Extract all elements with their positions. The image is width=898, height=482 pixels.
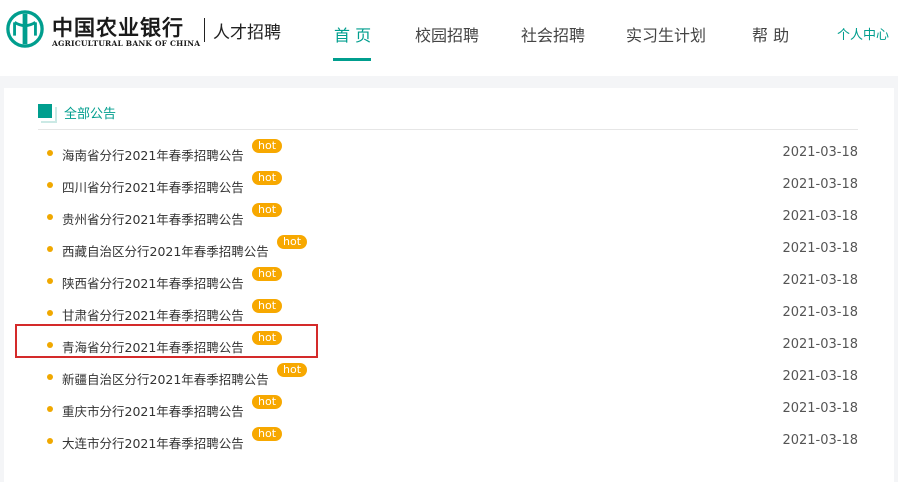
- announcement-row[interactable]: 贵州省分行2021年春季招聘公告 hot 2021-03-18: [38, 202, 858, 234]
- announcement-date: 2021-03-18: [782, 433, 858, 448]
- hot-badge: hot: [252, 331, 283, 345]
- hot-badge: hot: [252, 139, 283, 153]
- hot-badge: hot: [252, 395, 283, 409]
- announcement-title[interactable]: 大连市分行2021年春季招聘公告: [62, 433, 244, 452]
- announcement-title[interactable]: 西藏自治区分行2021年春季招聘公告: [62, 241, 269, 260]
- bullet-dot-icon: [47, 406, 53, 412]
- announcement-row[interactable]: 新疆自治区分行2021年春季招聘公告 hot 2021-03-18: [38, 362, 858, 394]
- announcement-row[interactable]: 海南省分行2021年春季招聘公告 hot 2021-03-18: [38, 138, 858, 170]
- site-header: 中国农业银行 AGRICULTURAL BANK OF CHINA 人才招聘 首…: [0, 0, 898, 76]
- nav-active-indicator: [333, 58, 371, 61]
- logo-chinese-name[interactable]: 中国农业银行: [52, 12, 184, 42]
- bullet-dot-icon: [47, 278, 53, 284]
- nav-internship-program[interactable]: 实习生计划: [626, 22, 706, 46]
- announcement-title[interactable]: 重庆市分行2021年春季招聘公告: [62, 401, 244, 420]
- announcement-title[interactable]: 陕西省分行2021年春季招聘公告: [62, 273, 244, 292]
- hot-badge: hot: [277, 235, 308, 249]
- hot-badge: hot: [252, 203, 283, 217]
- announcement-row[interactable]: 西藏自治区分行2021年春季招聘公告 hot 2021-03-18: [38, 234, 858, 266]
- abc-logo-icon[interactable]: [6, 10, 44, 48]
- announcement-row[interactable]: 四川省分行2021年春季招聘公告 hot 2021-03-18: [38, 170, 858, 202]
- announcement-date: 2021-03-18: [782, 177, 858, 192]
- hot-badge: hot: [252, 299, 283, 313]
- announcement-title[interactable]: 四川省分行2021年春季招聘公告: [62, 177, 244, 196]
- hot-badge: hot: [277, 363, 308, 377]
- bullet-dot-icon: [47, 310, 53, 316]
- bullet-dot-icon: [47, 182, 53, 188]
- nav-help[interactable]: 帮 助: [752, 22, 789, 46]
- announcement-date: 2021-03-18: [782, 273, 858, 288]
- bullet-dot-icon: [47, 342, 53, 348]
- announcement-date: 2021-03-18: [782, 209, 858, 224]
- announcement-title[interactable]: 甘肃省分行2021年春季招聘公告: [62, 305, 244, 324]
- logo-separator: [204, 18, 205, 42]
- nav-home[interactable]: 首 页: [334, 22, 371, 46]
- section-title: 全部公告: [64, 107, 117, 122]
- announcement-title[interactable]: 贵州省分行2021年春季招聘公告: [62, 209, 244, 228]
- announcement-row[interactable]: 陕西省分行2021年春季招聘公告 hot 2021-03-18: [38, 266, 858, 298]
- logo-english-name: AGRICULTURAL BANK OF CHINA: [52, 39, 201, 48]
- bullet-dot-icon: [47, 438, 53, 444]
- user-center-link[interactable]: 个人中心: [837, 24, 889, 43]
- nav-campus-recruitment[interactable]: 校园招聘: [415, 22, 479, 46]
- announcement-row[interactable]: 青海省分行2021年春季招聘公告 hot 2021-03-18: [38, 330, 858, 362]
- announcement-date: 2021-03-18: [782, 337, 858, 352]
- bullet-dot-icon: [47, 214, 53, 220]
- announcement-title[interactable]: 海南省分行2021年春季招聘公告: [62, 145, 244, 164]
- announcement-row[interactable]: 重庆市分行2021年春季招聘公告 hot 2021-03-18: [38, 394, 858, 426]
- announcement-title[interactable]: 新疆自治区分行2021年春季招聘公告: [62, 369, 269, 388]
- announcement-row[interactable]: 大连市分行2021年春季招聘公告 hot 2021-03-18: [38, 426, 858, 458]
- bullet-dot-icon: [47, 374, 53, 380]
- announcement-date: 2021-03-18: [782, 241, 858, 256]
- hot-badge: hot: [252, 171, 283, 185]
- section-square-icon: [38, 104, 57, 123]
- announcement-row[interactable]: 甘肃省分行2021年春季招聘公告 hot 2021-03-18: [38, 298, 858, 330]
- section-divider: [38, 129, 858, 130]
- bullet-dot-icon: [47, 150, 53, 156]
- announcement-date: 2021-03-18: [782, 305, 858, 320]
- announcement-date: 2021-03-18: [782, 369, 858, 384]
- logo-subtitle: 人才招聘: [213, 23, 281, 43]
- announcement-title[interactable]: 青海省分行2021年春季招聘公告: [62, 337, 244, 356]
- hot-badge: hot: [252, 267, 283, 281]
- announcement-date: 2021-03-18: [782, 401, 858, 416]
- bullet-dot-icon: [47, 246, 53, 252]
- hot-badge: hot: [252, 427, 283, 441]
- nav-social-recruitment[interactable]: 社会招聘: [521, 22, 585, 46]
- announcement-date: 2021-03-18: [782, 145, 858, 160]
